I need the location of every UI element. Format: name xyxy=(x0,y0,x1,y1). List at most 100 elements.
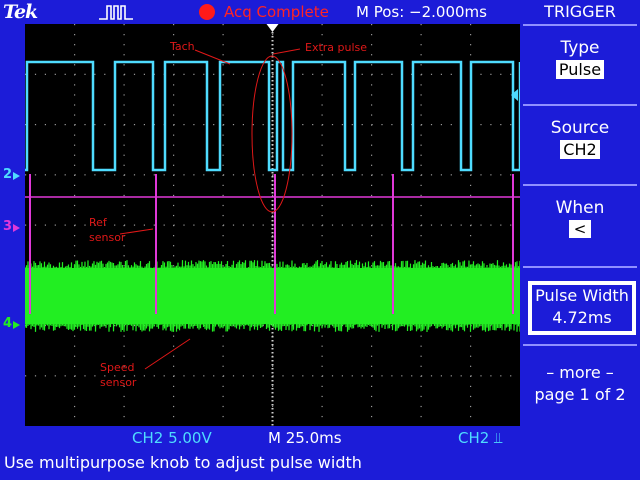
ref-sensor-annotation-line1: Ref xyxy=(89,216,107,229)
extra-pulse-leader xyxy=(273,49,300,54)
graticule-dot xyxy=(312,124,313,125)
graticule-dot xyxy=(480,74,481,75)
graticule-dot xyxy=(391,74,392,75)
graticule-dot xyxy=(371,235,372,236)
center-tick xyxy=(272,184,274,186)
graticule-dot xyxy=(322,366,323,367)
graticule-dot xyxy=(421,356,422,357)
graticule-dot xyxy=(322,336,323,337)
graticule-dot xyxy=(272,195,273,196)
center-tick xyxy=(272,152,274,154)
graticule-dot xyxy=(223,155,224,156)
graticule-dot xyxy=(193,225,194,226)
graticule-dot xyxy=(74,245,75,246)
ch3-ground-marker: 3 xyxy=(3,219,12,234)
graticule-dot xyxy=(371,416,372,417)
trigger-menu: TRIGGER Type Pulse Source CH2 When < Pul… xyxy=(520,0,640,448)
graticule-dot xyxy=(461,225,462,226)
graticule-dot xyxy=(411,225,412,226)
graticule-dot xyxy=(322,386,323,387)
graticule-dot xyxy=(322,356,323,357)
graticule-dot xyxy=(302,375,303,376)
center-tick xyxy=(272,208,274,210)
graticule-dot xyxy=(352,74,353,75)
center-tick xyxy=(272,376,274,378)
graticule-dot xyxy=(470,185,471,186)
graticule-dot xyxy=(243,74,244,75)
center-tick xyxy=(272,76,274,78)
graticule-dot xyxy=(342,174,343,175)
graticule-dot xyxy=(223,215,224,216)
graticule-dot xyxy=(173,195,174,196)
graticule-dot xyxy=(421,185,422,186)
graticule-dot xyxy=(124,145,125,146)
graticule-dot xyxy=(223,195,224,196)
graticule-dot xyxy=(74,336,75,337)
center-tick xyxy=(272,372,274,374)
graticule-dot xyxy=(75,225,76,226)
graticule-dot xyxy=(372,124,373,125)
graticule-dot xyxy=(193,124,194,125)
graticule-dot xyxy=(371,396,372,397)
graticule-dot xyxy=(223,34,224,35)
center-tick xyxy=(272,68,274,70)
more-menu-button[interactable]: – more – page 1 of 2 xyxy=(520,362,640,406)
graticule-dot xyxy=(223,265,224,266)
graticule-dot xyxy=(173,396,174,397)
center-tick xyxy=(272,412,274,414)
graticule-dot xyxy=(272,215,273,216)
center-tick xyxy=(272,136,274,138)
graticule-dot xyxy=(302,174,303,175)
graticule-dot xyxy=(282,174,283,175)
graticule-dot xyxy=(233,225,234,226)
graticule-dot xyxy=(55,74,56,75)
graticule-dot xyxy=(372,225,373,226)
graticule-dot xyxy=(74,185,75,186)
graticule-dot xyxy=(124,84,125,85)
source-menu-button[interactable]: Source CH2 xyxy=(523,104,637,184)
speed-sensor-annotation-line1: Speed xyxy=(100,361,134,374)
center-tick xyxy=(272,228,274,230)
graticule-dot xyxy=(322,54,323,55)
graticule-dot xyxy=(144,225,145,226)
graticule-dot xyxy=(302,74,303,75)
graticule-dot xyxy=(124,74,125,75)
graticule-dot xyxy=(322,235,323,236)
center-tick xyxy=(272,220,274,222)
pulse-width-value: 4.72ms xyxy=(532,307,632,329)
graticule-dot xyxy=(461,174,462,175)
pulse-trigger-icon xyxy=(98,2,134,22)
graticule-dot xyxy=(431,174,432,175)
graticule-dot xyxy=(124,205,125,206)
graticule-dot xyxy=(223,205,224,206)
graticule-dot xyxy=(421,195,422,196)
graticule-dot xyxy=(74,366,75,367)
graticule-dot xyxy=(74,255,75,256)
graticule-dot xyxy=(223,54,224,55)
graticule-dot xyxy=(253,124,254,125)
graticule-dot xyxy=(154,174,155,175)
pulse-width-button[interactable]: Pulse Width 4.72ms xyxy=(528,281,636,335)
graticule-dot xyxy=(223,386,224,387)
graticule-dot xyxy=(173,215,174,216)
graticule-dot xyxy=(193,74,194,75)
graticule-dot xyxy=(272,366,273,367)
graticule-dot xyxy=(84,124,85,125)
graticule-dot xyxy=(213,375,214,376)
graticule-dot xyxy=(471,174,472,175)
graticule-dot xyxy=(421,24,422,25)
graticule-dot xyxy=(124,255,125,256)
graticule-dot xyxy=(164,225,165,226)
graticule-dot xyxy=(441,124,442,125)
when-menu-button[interactable]: When < xyxy=(523,184,637,266)
center-tick xyxy=(272,384,274,386)
graticule-dot xyxy=(441,375,442,376)
graticule-dot xyxy=(124,114,125,115)
center-tick xyxy=(272,120,274,122)
graticule-dot xyxy=(371,195,372,196)
graticule-dot xyxy=(470,245,471,246)
bottom-readout-bar: CH2 5.00V M 25.0ms CH2 ⫫ 8.00V xyxy=(0,426,520,448)
graticule-dot xyxy=(144,74,145,75)
type-menu-button[interactable]: Type Pulse xyxy=(523,24,637,104)
graticule-dot xyxy=(174,225,175,226)
